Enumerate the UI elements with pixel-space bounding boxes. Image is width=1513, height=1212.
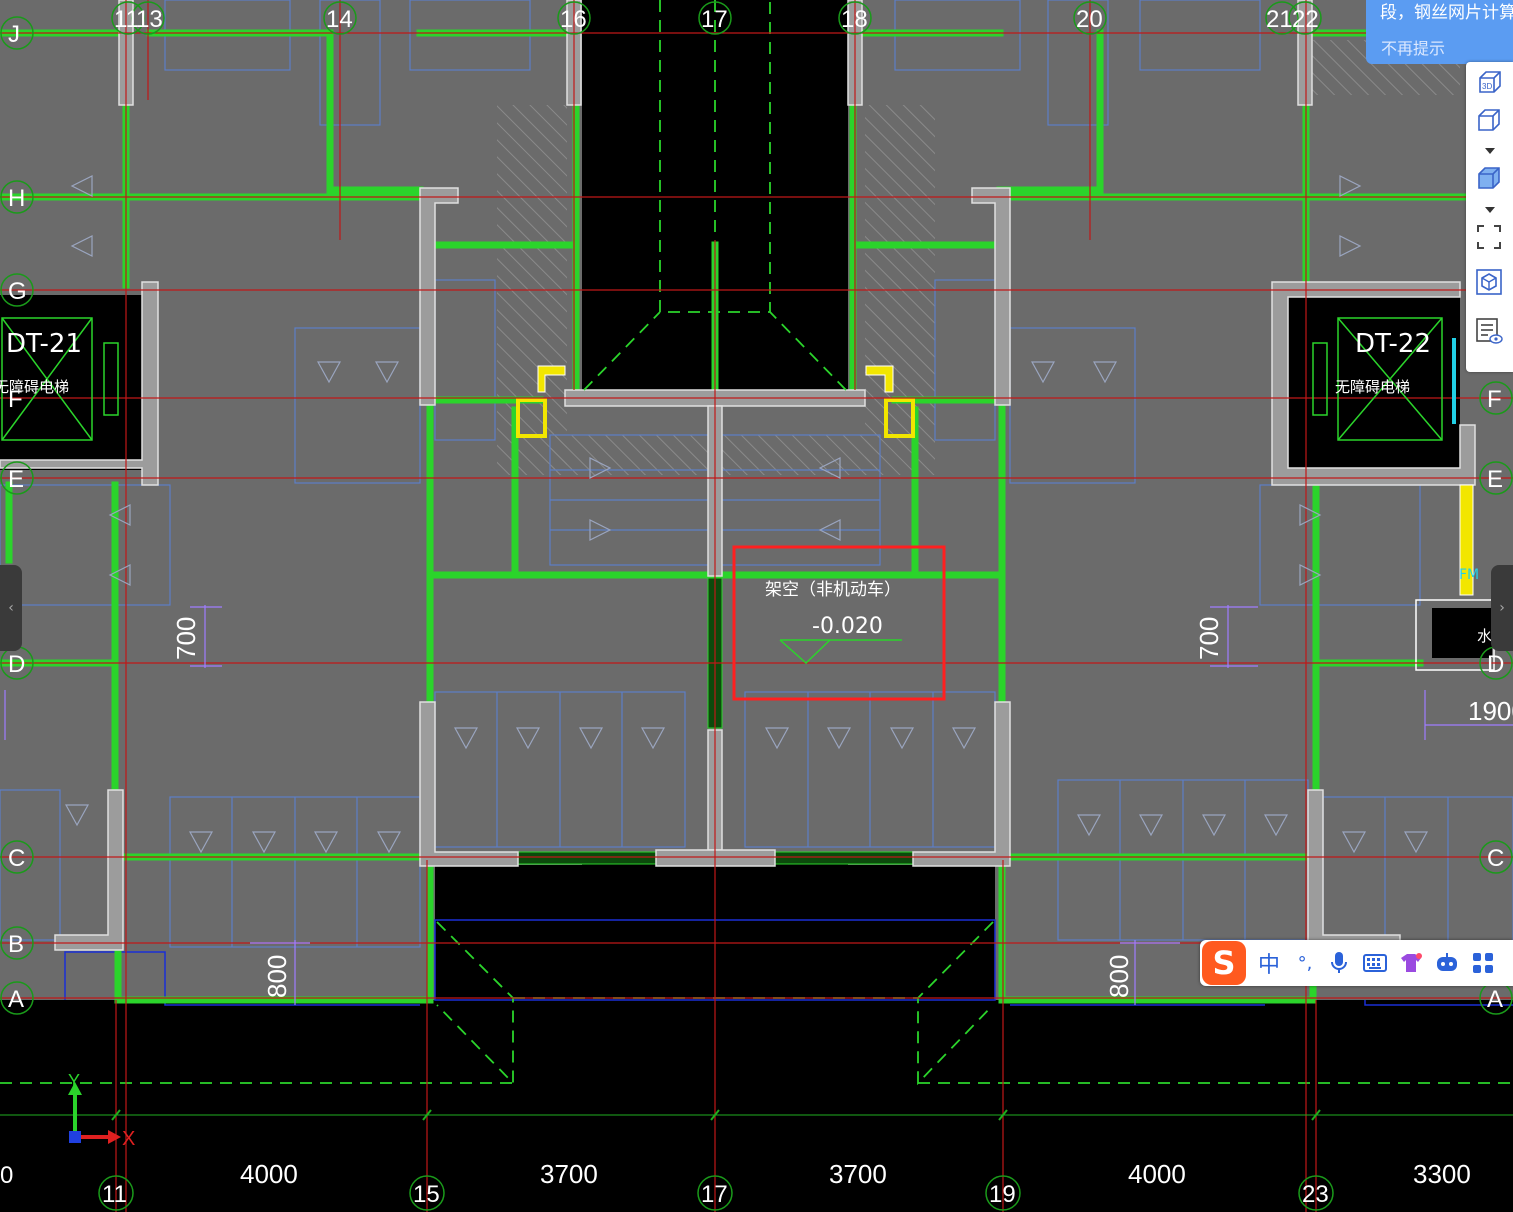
microphone-icon — [1331, 952, 1347, 973]
svg-text:3D: 3D — [1482, 82, 1492, 91]
water-label: 水 — [1477, 627, 1492, 645]
dim-bottom-3: 3700 — [829, 1159, 887, 1189]
fullscreen-button[interactable] — [1472, 220, 1506, 254]
row-J-left: J — [8, 21, 20, 48]
grid-top-21: 21 — [1266, 6, 1293, 33]
dim-bottom-2: 3700 — [540, 1159, 598, 1189]
row-F-left: F — [8, 386, 23, 413]
row-G-left: G — [8, 278, 27, 305]
ime-toolbox-button[interactable] — [1470, 949, 1496, 977]
solid-view-button[interactable] — [1472, 162, 1506, 196]
grid-apps-icon — [1473, 953, 1493, 973]
grid-top-16: 16 — [560, 6, 587, 33]
ime-punctuation-toggle[interactable]: °, — [1292, 949, 1318, 977]
3d-view-button[interactable]: 3D — [1472, 66, 1506, 100]
row-C-right: C — [1487, 845, 1504, 872]
ucs-x-label: X — [122, 1128, 135, 1150]
row-D-right: D — [1487, 651, 1504, 678]
annotation-title: 架空（非机动车） — [765, 580, 901, 600]
cyan-marker — [1452, 338, 1456, 424]
keyboard-icon — [1363, 954, 1387, 972]
notification-message: 段，钢丝网片计算 — [1380, 3, 1513, 23]
box-wireframe-icon — [1478, 109, 1500, 131]
display-settings-button[interactable] — [1472, 265, 1506, 299]
grid-bottom-15: 15 — [413, 1181, 440, 1208]
elevator-left-code: DT-21 — [6, 329, 82, 359]
row-B-left: B — [8, 931, 24, 958]
properties-list-icon — [1476, 318, 1503, 344]
ime-language-toggle[interactable]: 中 — [1256, 949, 1282, 978]
ime-keyboard-button[interactable] — [1362, 949, 1388, 977]
dont-show-again-link[interactable]: 不再提示 — [1381, 35, 1445, 59]
fullscreen-icon — [1477, 225, 1501, 249]
grid-top-17: 17 — [701, 6, 728, 33]
shirt-icon — [1401, 953, 1422, 972]
ime-toolbar: S 中 °, — [1200, 940, 1513, 986]
solid-dropdown-icon[interactable] — [1485, 207, 1495, 213]
row-A-right: A — [1487, 986, 1503, 1013]
dim-700-left: 700 — [171, 617, 201, 660]
elevation-value: -0.020 — [812, 614, 883, 639]
grid-bottom-17: 17 — [701, 1181, 728, 1208]
properties-button[interactable] — [1472, 314, 1506, 348]
row-A-left: A — [8, 986, 24, 1013]
grid-bottom-11: 11 — [102, 1181, 127, 1208]
row-F-right: F — [1487, 386, 1502, 413]
dim-700-right: 700 — [1194, 617, 1224, 660]
grid-top-14: 14 — [326, 6, 353, 33]
box-solid-icon — [1478, 167, 1500, 189]
view-toolbar: 3D — [1466, 62, 1513, 372]
row-D-left: D — [8, 651, 25, 678]
wireframe-dropdown-icon[interactable] — [1485, 148, 1495, 154]
elevator-right-label: 无障碍电梯 — [1335, 378, 1410, 396]
dim-bottom-1: 4000 — [240, 1159, 298, 1189]
dim-800-right: 800 — [1104, 955, 1134, 998]
fm-label: FM — [1459, 567, 1479, 583]
ime-voice-button[interactable] — [1326, 949, 1352, 977]
ime-assistant-button[interactable] — [1434, 949, 1460, 977]
grid-top-13: 13 — [136, 6, 163, 33]
wireframe-view-button[interactable] — [1472, 104, 1506, 138]
grid-top-18: 18 — [841, 6, 868, 33]
grid-top-20: 20 — [1076, 6, 1103, 33]
grid-bottom-23: 23 — [1302, 1181, 1329, 1208]
right-panel-toggle[interactable]: › — [1491, 565, 1513, 651]
grid-top-22: 22 — [1292, 6, 1319, 33]
left-panel-toggle[interactable]: ‹ — [0, 565, 22, 651]
sogou-logo-icon[interactable]: S — [1202, 941, 1246, 985]
notification-banner: 段，钢丝网片计算 不再提示 — [1366, 0, 1513, 64]
display-cube-icon — [1476, 269, 1502, 295]
ucs-y-label: Y — [68, 1071, 80, 1091]
grid-bottom-19: 19 — [989, 1181, 1016, 1208]
robot-icon — [1437, 953, 1457, 971]
dim-bottom-4: 4000 — [1128, 1159, 1186, 1189]
cad-drawing-canvas[interactable]: DT-21 无障碍电梯 DT-22 无障碍电梯 架空（非机动车） -0.020 … — [0, 0, 1513, 1212]
elevator-right-code: DT-22 — [1355, 329, 1431, 359]
row-H-left: H — [8, 185, 25, 212]
dim-800-left: 800 — [262, 955, 292, 998]
grid-bottom-0: 0 — [0, 1162, 13, 1189]
chevron-left-icon: ‹ — [8, 600, 14, 616]
3d-view-icon: 3D — [1479, 71, 1501, 93]
row-E-left: E — [8, 466, 24, 493]
dim-1900: 1900 — [1468, 696, 1513, 726]
chevron-right-icon: › — [1499, 600, 1505, 616]
row-E-right: E — [1487, 466, 1503, 493]
ime-skin-button[interactable] — [1398, 949, 1424, 977]
dim-bottom-5: 3300 — [1413, 1159, 1471, 1189]
row-C-left: C — [8, 845, 25, 872]
